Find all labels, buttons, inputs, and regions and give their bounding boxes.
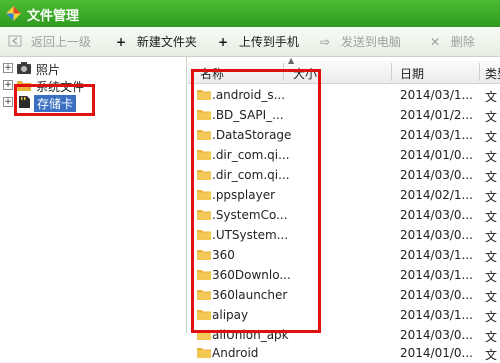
file-date: 2014/03/1... <box>400 268 473 282</box>
app-logo-icon <box>6 6 21 21</box>
folder-icon <box>197 348 211 358</box>
file-type: 文 <box>485 290 498 304</box>
send-to-pc-icon: ⇨ <box>319 35 331 49</box>
file-type: 文 <box>485 270 498 284</box>
back-button[interactable]: 返回上一级 <box>8 33 91 51</box>
file-list: ▲ 名称 大小 日期 类型 .android_s... 2014/03/1...… <box>188 56 500 362</box>
upload-label: 上传到手机 <box>238 35 299 49</box>
plus-icon: + <box>115 35 127 49</box>
highlight-box <box>191 69 321 333</box>
tree-item-photos[interactable]: + 照片 <box>0 60 186 77</box>
file-date: 2014/03/1... <box>400 88 473 102</box>
file-type: 文 <box>485 170 498 184</box>
column-header-date[interactable]: 日期 <box>400 65 424 82</box>
file-name: Android <box>212 346 259 360</box>
back-button-label: 返回上一级 <box>30 35 91 49</box>
file-date: 2014/02/1... <box>400 188 473 202</box>
file-date: 2014/01/0... <box>400 346 473 360</box>
send-to-pc-button[interactable]: ⇨ 发送到电脑 <box>318 33 401 51</box>
camera-icon <box>17 62 31 74</box>
column-header-type[interactable]: 类型 <box>485 65 500 82</box>
file-type: 文 <box>485 310 498 324</box>
file-date: 2014/03/0... <box>400 168 473 182</box>
highlight-box <box>14 84 95 116</box>
file-type: 文 <box>485 210 498 224</box>
send-to-pc-label: 发送到电脑 <box>340 35 401 49</box>
column-divider[interactable] <box>391 63 392 81</box>
sort-ascending-icon: ▲ <box>288 56 295 65</box>
folder-tree: + 照片 + 系统文件 + 存储卡 <box>0 57 187 333</box>
file-type: 文 <box>485 230 498 244</box>
column-divider[interactable] <box>479 63 480 81</box>
expand-icon[interactable]: + <box>3 97 13 107</box>
file-date: 2014/01/2... <box>400 108 473 122</box>
back-arrow-icon <box>8 35 22 47</box>
new-folder-button[interactable]: + 新建文件夹 <box>114 33 197 51</box>
file-date: 2014/03/0... <box>400 228 473 242</box>
tree-item-label: 照片 <box>36 63 61 77</box>
file-type: 文 <box>485 250 498 264</box>
new-folder-label: 新建文件夹 <box>136 35 197 49</box>
file-date: 2014/03/0... <box>400 208 473 222</box>
file-type: 文 <box>485 190 498 204</box>
delete-button[interactable]: ✕ 删除 <box>428 33 475 51</box>
window-title: 文件管理 <box>27 9 80 24</box>
file-date: 2014/03/1... <box>400 128 473 142</box>
plus-icon: + <box>217 35 229 49</box>
delete-label: 删除 <box>450 35 475 49</box>
file-date: 2014/01/0... <box>400 148 473 162</box>
file-type: 文 <box>485 90 498 104</box>
file-type: 文 <box>485 150 498 164</box>
expand-icon[interactable]: + <box>3 63 13 73</box>
file-type: 文 <box>485 110 498 124</box>
expand-icon[interactable]: + <box>3 80 13 90</box>
file-date: 2014/03/1... <box>400 248 473 262</box>
file-type: 文 <box>485 348 498 362</box>
upload-to-phone-button[interactable]: + 上传到手机 <box>216 33 299 51</box>
file-type: 文 <box>485 130 498 144</box>
title-bar: 文件管理 <box>0 0 500 27</box>
table-row[interactable]: Android 2014/01/0... 文 <box>188 343 500 363</box>
toolbar: 返回上一级 + 新建文件夹 + 上传到手机 ⇨ 发送到电脑 ✕ 删除 <box>0 27 500 57</box>
file-date: 2014/03/0... <box>400 328 473 342</box>
close-icon: ✕ <box>429 35 441 49</box>
file-date: 2014/03/0... <box>400 288 473 302</box>
file-date: 2014/03/1... <box>400 308 473 322</box>
